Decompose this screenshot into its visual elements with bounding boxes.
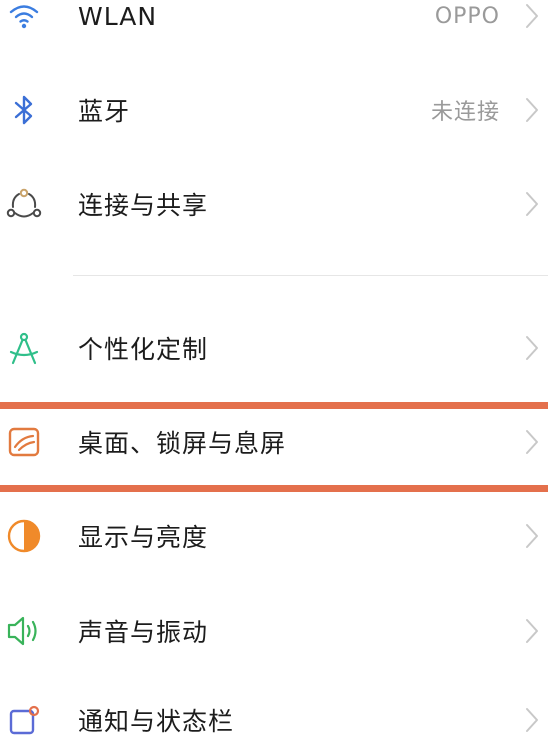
chevron-right-icon	[522, 616, 542, 646]
sound-label: 声音与振动	[78, 618, 209, 647]
chevron-right-icon	[522, 521, 542, 551]
chevron-right-icon	[522, 333, 542, 363]
notification-icon	[4, 700, 44, 740]
compass-personalize-icon	[4, 328, 44, 368]
chevron-right-icon	[522, 1, 542, 31]
speaker-icon	[4, 611, 44, 651]
settings-item-notification[interactable]: 通知与状态栏	[0, 690, 548, 750]
bluetooth-value: 未连接	[430, 100, 500, 125]
desktop-lockscreen-label: 桌面、锁屏与息屏	[78, 429, 287, 458]
brightness-icon	[4, 516, 44, 556]
chevron-right-icon	[522, 95, 542, 125]
connection-share-icon	[4, 184, 44, 224]
settings-item-sound[interactable]: 声音与振动	[0, 601, 548, 661]
highlight-line-top	[0, 402, 548, 409]
wifi-icon	[4, 0, 44, 36]
chevron-right-icon	[522, 189, 542, 219]
wlan-value: OPPO	[434, 3, 500, 29]
chevron-right-icon	[522, 427, 542, 457]
section-divider	[73, 275, 548, 276]
highlight-line-bottom	[0, 485, 548, 492]
chevron-right-icon	[522, 705, 542, 735]
settings-item-connection[interactable]: 连接与共享	[0, 174, 548, 234]
settings-item-bluetooth[interactable]: 蓝牙 未连接	[0, 80, 548, 140]
bluetooth-icon	[4, 90, 44, 130]
settings-item-display[interactable]: 显示与亮度	[0, 506, 548, 566]
settings-item-desktop-lockscreen[interactable]: 桌面、锁屏与息屏	[0, 412, 548, 472]
wlan-label: WLAN	[78, 1, 158, 31]
connection-label: 连接与共享	[78, 191, 209, 220]
personalize-label: 个性化定制	[78, 335, 209, 364]
wallpaper-icon	[4, 422, 44, 462]
settings-item-personalize[interactable]: 个性化定制	[0, 318, 548, 378]
display-label: 显示与亮度	[78, 523, 209, 552]
settings-item-wlan[interactable]: WLAN OPPO	[0, 0, 548, 46]
bluetooth-label: 蓝牙	[78, 97, 131, 126]
notification-label: 通知与状态栏	[78, 707, 235, 736]
